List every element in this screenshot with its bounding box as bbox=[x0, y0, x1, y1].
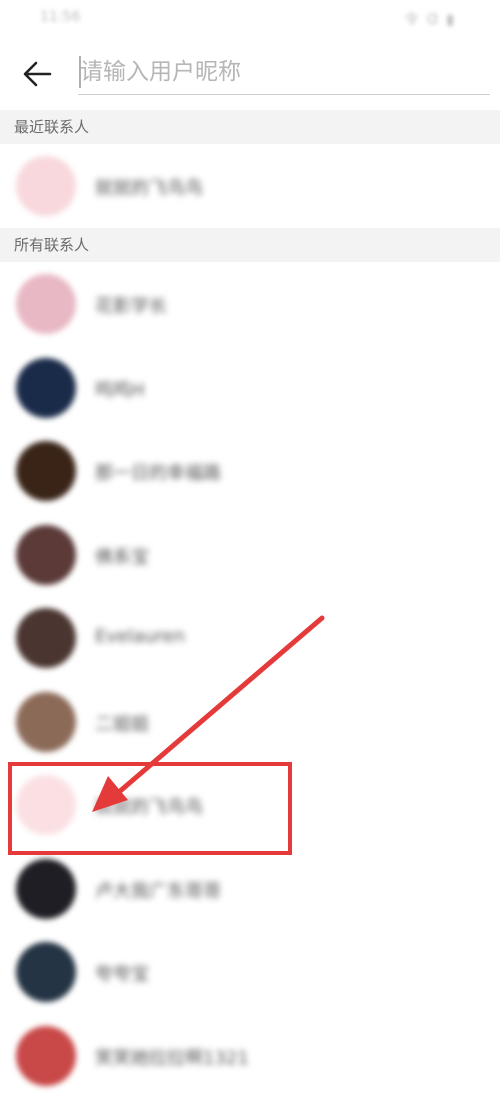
contact-name: 二姐姐 bbox=[95, 713, 149, 735]
contact-row[interactable]: 花影学长 bbox=[0, 262, 500, 345]
contact-name: 鸣鸣H bbox=[95, 379, 145, 401]
avatar bbox=[16, 156, 76, 216]
contact-name: 夸夸宝 bbox=[95, 964, 149, 985]
avatar bbox=[16, 858, 76, 919]
status-time: 11:56 bbox=[40, 9, 81, 25]
arrow-left-icon bbox=[23, 61, 52, 87]
section-header-recent: 最近联系人 bbox=[0, 110, 500, 144]
annotation-highlight-box bbox=[8, 762, 292, 855]
contact-name: 笑笑她拉拉啊1321 bbox=[95, 1047, 249, 1069]
contact-row[interactable]: 笑笑她拉拉啊1321 bbox=[0, 1014, 500, 1097]
back-button[interactable] bbox=[18, 54, 58, 94]
contact-name: 佛系宝 bbox=[95, 546, 149, 568]
text-cursor bbox=[79, 56, 81, 88]
contact-name: 花影学长 bbox=[95, 296, 167, 317]
contact-row[interactable]: 鸣鸣H bbox=[0, 346, 500, 429]
contact-name: 就就的飞鸟鸟 bbox=[95, 178, 203, 199]
contact-name: 那一日的幸福路 bbox=[95, 463, 221, 484]
avatar bbox=[16, 608, 76, 668]
contact-name: Evelauren bbox=[95, 626, 186, 647]
avatar bbox=[16, 691, 76, 752]
contact-row[interactable]: Evelauren bbox=[0, 596, 500, 679]
contact-row[interactable]: 二姐姐 bbox=[0, 680, 500, 763]
avatar bbox=[16, 1025, 76, 1086]
status-bar: 11:56 令 Ɑ ▮ bbox=[0, 0, 500, 36]
contact-row[interactable]: 夸夸宝 bbox=[0, 930, 500, 1013]
contact-row[interactable]: 卢大我广东哥哥 bbox=[0, 847, 500, 930]
search-input[interactable] bbox=[78, 50, 490, 95]
avatar bbox=[16, 357, 76, 418]
avatar bbox=[16, 274, 76, 334]
contact-row[interactable]: 那一日的幸福路 bbox=[0, 429, 500, 512]
avatar bbox=[16, 441, 76, 501]
status-icons: 令 Ɑ ▮ bbox=[404, 12, 456, 28]
search-header bbox=[0, 36, 500, 108]
contact-name: 卢大我广东哥哥 bbox=[95, 880, 221, 902]
section-header-all: 所有联系人 bbox=[0, 228, 500, 262]
contact-row[interactable]: 佛系宝 bbox=[0, 513, 500, 596]
contact-row[interactable]: 就就的飞鸟鸟 bbox=[0, 144, 500, 227]
avatar bbox=[16, 524, 76, 585]
avatar bbox=[16, 942, 76, 1002]
